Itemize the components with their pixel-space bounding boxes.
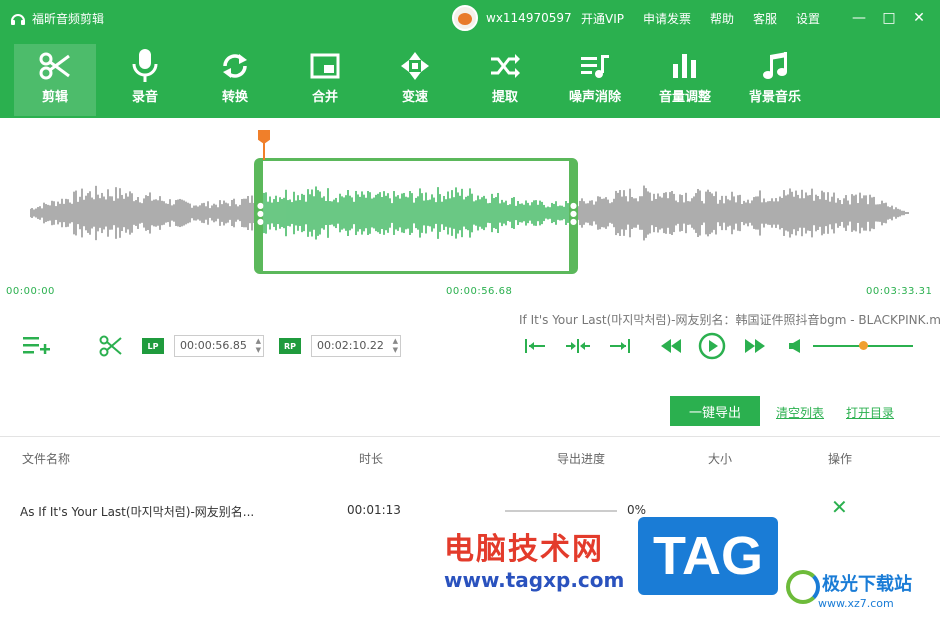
menu-service[interactable]: 客服 [753, 10, 777, 27]
tool-convert[interactable]: 转换 [194, 44, 276, 116]
shuffle-icon [491, 54, 520, 78]
rp-time-value[interactable]: 00:02:10.22 [317, 339, 384, 352]
username[interactable]: wx114970597 [486, 11, 572, 25]
user-info[interactable]: wx114970597 [452, 5, 572, 31]
watermark-site-logo-icon [786, 570, 820, 604]
lp-time-input[interactable]: 00:00:56.85 ▲ ▼ [174, 335, 264, 357]
tool-label: 提取 [491, 90, 518, 105]
rewind-icon[interactable] [660, 338, 682, 354]
export-progress-bar [505, 510, 617, 512]
title-bar: 福昕音频剪辑 wx114970597 开通VIP 申请发票 帮助 客服 设置 —… [0, 0, 940, 36]
tool-extract[interactable]: 提取 [464, 44, 546, 116]
avatar[interactable] [452, 5, 478, 31]
header-ops: 操作 [828, 452, 853, 466]
header-progress: 导出进度 [557, 452, 606, 466]
time-start: 00:00:00 [6, 286, 55, 297]
lp-spinner-icon[interactable]: ▲ ▼ [256, 337, 261, 355]
maximize-icon[interactable]: □ [874, 8, 904, 28]
lp-time-value[interactable]: 00:00:56.85 [180, 339, 247, 352]
watermark-url: www.tagxp.com [444, 568, 625, 592]
jump-center-icon[interactable] [565, 337, 591, 355]
divider [0, 436, 940, 437]
top-menu: 开通VIP 申请发票 帮助 客服 设置 [581, 10, 839, 27]
row-progress: 0% [627, 503, 647, 517]
watermark-text: 电脑技术网 [444, 532, 604, 567]
music-note-icon [763, 52, 787, 79]
app-title: 福昕音频剪辑 [32, 12, 105, 26]
time-current: 00:00:56.68 [446, 286, 513, 297]
header-name: 文件名称 [22, 452, 71, 466]
scissors-icon [39, 52, 70, 80]
rp-badge: RP [279, 338, 301, 354]
merge-icon [310, 53, 340, 79]
minimize-icon[interactable]: — [844, 8, 874, 28]
tool-denoise[interactable]: 噪声消除 [554, 44, 636, 116]
watermark-site: 极光下载站 [822, 574, 912, 595]
selection-box[interactable] [254, 158, 578, 274]
speed-icon [401, 52, 429, 80]
app-logo-icon [11, 13, 25, 25]
rp-spinner-icon[interactable]: ▲ ▼ [393, 337, 398, 355]
tool-speed[interactable]: 变速 [374, 44, 456, 116]
tool-bgm[interactable]: 背景音乐 [734, 44, 816, 116]
row-filename: As If It's Your Last(마지막처럼)-网友别名... [20, 505, 255, 519]
rp-time-input[interactable]: 00:02:10.22 ▲ ▼ [311, 335, 401, 357]
convert-icon [223, 54, 247, 78]
export-button[interactable]: 一键导出 [670, 396, 760, 426]
volume-bars-icon [673, 54, 696, 78]
tool-label: 背景音乐 [748, 90, 801, 105]
close-icon[interactable]: ✕ [904, 8, 934, 28]
tool-label: 噪声消除 [568, 90, 621, 105]
add-list-icon[interactable] [23, 336, 51, 356]
tool-record[interactable]: 录音 [104, 44, 186, 116]
song-name: If It's Your Last(마지막처럼)-网友别名：韩国证件照抖音bgm… [519, 313, 940, 327]
lp-badge: LP [142, 338, 164, 354]
menu-help[interactable]: 帮助 [710, 10, 734, 27]
left-handle[interactable]: ● ● ● [257, 202, 264, 226]
speaker-icon[interactable] [788, 338, 804, 354]
play-icon[interactable] [698, 332, 726, 360]
window-controls: — □ ✕ [844, 8, 934, 28]
jump-end-icon[interactable] [609, 337, 631, 355]
tool-cut[interactable]: 剪辑 [14, 44, 96, 116]
jump-start-icon[interactable] [524, 337, 546, 355]
volume-knob[interactable] [858, 341, 868, 350]
open-dir-link[interactable]: 打开目录 [846, 404, 894, 421]
time-end: 00:03:33.31 [866, 286, 933, 297]
row-duration: 00:01:13 [347, 503, 401, 517]
right-handle[interactable]: ● ● ● [570, 202, 577, 226]
tool-label: 音量调整 [658, 90, 711, 105]
tool-label: 变速 [401, 90, 428, 105]
app-title-group: 福昕音频剪辑 [10, 10, 104, 27]
delete-icon[interactable]: ✕ [831, 495, 848, 519]
menu-vip[interactable]: 开通VIP [581, 10, 624, 27]
tool-volume[interactable]: 音量调整 [644, 44, 726, 116]
header-size: 大小 [708, 452, 733, 466]
tool-label: 合并 [311, 90, 338, 105]
noise-icon [581, 55, 609, 78]
header-duration: 时长 [359, 452, 384, 466]
watermark-tag-logo: TAG [638, 517, 778, 595]
watermark-site-url: www.xz7.com [818, 597, 894, 610]
clear-list-link[interactable]: 清空列表 [776, 404, 824, 421]
tool-label: 录音 [131, 90, 158, 105]
main-toolbar: 剪辑 录音 转换 合并 变速 提取 噪声消除 音量调整 背景音乐 [0, 36, 940, 118]
tool-label: 剪辑 [41, 90, 68, 105]
cut-icon[interactable] [99, 335, 123, 357]
tool-merge[interactable]: 合并 [284, 44, 366, 116]
fast-forward-icon[interactable] [744, 338, 766, 354]
tool-label: 转换 [221, 90, 248, 105]
microphone-icon [132, 49, 158, 82]
menu-settings[interactable]: 设置 [796, 10, 820, 27]
menu-invoice[interactable]: 申请发票 [643, 10, 691, 27]
